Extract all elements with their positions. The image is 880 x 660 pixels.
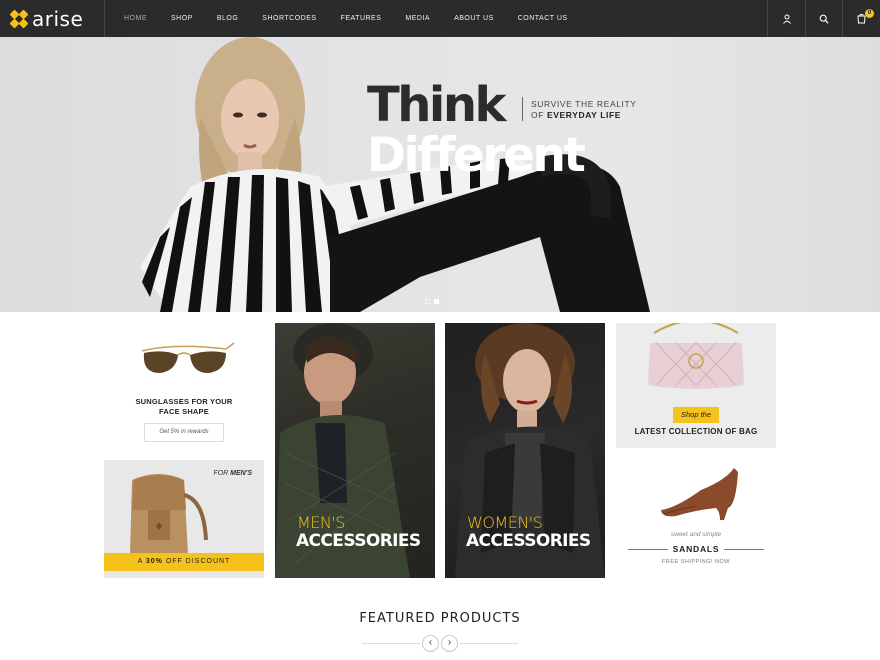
featured-rule-left (362, 643, 420, 644)
hero-sub-divider (522, 97, 523, 121)
hero-headline-different: Different (367, 128, 586, 183)
slider-dot-2[interactable] (434, 299, 439, 304)
next-arrow-icon[interactable]: › (441, 635, 458, 652)
sunglasses-image (141, 342, 235, 373)
logo-mark-icon (9, 9, 29, 29)
menu-item-shop[interactable]: SHOP (159, 15, 205, 22)
promo-womens-accessories[interactable]: WOMEN'S ACCESSORIES (445, 323, 605, 578)
promo-mens-accessories[interactable]: MEN'S ACCESSORIES (275, 323, 435, 578)
featured-rule-right (460, 643, 518, 644)
sandals-script: sweet and simple (670, 531, 722, 538)
hero-slider: Think SURVIVE THE REALITY OF EVERYDAY LI… (0, 37, 880, 312)
mens-accessories-line-2: ACCESSORIES (296, 531, 421, 551)
brand-logo[interactable]: arise (9, 7, 84, 31)
menu-item-blog[interactable]: BLOG (205, 15, 250, 22)
discount-band[interactable]: A 30% OFF DISCOUNT (104, 553, 264, 571)
hero-subtitle-2-bold: EVERYDAY LIFE (546, 110, 622, 120)
cart-count-badge: 0 (865, 9, 874, 18)
search-icon[interactable] (805, 0, 842, 37)
discount-value: 30% (145, 558, 163, 565)
sunglasses-title: SUNGLASSES FOR YOUR FACE SHAPE (104, 397, 264, 417)
mens-accessories-line-1: MEN'S (297, 513, 345, 532)
featured-products-title: FEATURED PRODUCTS (359, 611, 521, 626)
rewards-button[interactable]: Get 5% in rewards (144, 423, 224, 442)
hero-subtitle-2: OF EVERYDAY LIFE (531, 110, 621, 120)
user-icon[interactable] (768, 0, 805, 37)
cart-icon[interactable]: 0 (843, 0, 880, 37)
womens-accessories-line-1: WOMEN'S (467, 513, 543, 532)
menu-item-media[interactable]: MEDIA (393, 15, 442, 22)
sandals-image (661, 468, 738, 520)
promo-sandals[interactable]: sweet and simple SANDALS FREE SHIPPING! … (616, 460, 776, 578)
main-menu: HOME SHOP BLOG SHORTCODES FEATURES MEDIA… (112, 0, 580, 37)
discount-suffix: OFF DISCOUNT (162, 558, 231, 565)
hero-subtitle-1: SURVIVE THE REALITY (531, 99, 637, 109)
hero-headline-think: Think (367, 77, 506, 133)
sunglasses-title-line-1: SUNGLASSES FOR YOUR (135, 397, 233, 406)
promo-backpack[interactable]: FOR MEN'S A 30% OFF DISCOUNT (104, 460, 264, 578)
bag-title: LATEST COLLECTION OF BAG (634, 427, 758, 436)
bag-shop-tag: Shop the (673, 407, 719, 423)
sandals-shipping: FREE SHIPPING! NOW (662, 559, 730, 565)
promo-bags[interactable]: Shop the LATEST COLLECTION OF BAG (616, 323, 776, 448)
brand-name: arise (32, 7, 84, 31)
menu-item-features[interactable]: FEATURES (329, 15, 394, 22)
top-navbar: arise HOME SHOP BLOG SHORTCODES FEATURES… (0, 0, 880, 37)
menu-item-about-us[interactable]: ABOUT US (442, 15, 506, 22)
prev-arrow-icon[interactable]: ‹ (422, 635, 439, 652)
promo-sunglasses[interactable]: SUNGLASSES FOR YOUR FACE SHAPE Get 5% in… (104, 323, 264, 451)
menu-item-home[interactable]: HOME (112, 15, 159, 22)
slider-dot-1[interactable] (425, 299, 430, 304)
bag-image (648, 323, 744, 389)
hero-subtitle-2-prefix: OF (531, 110, 547, 120)
nav-divider (104, 0, 105, 37)
womens-accessories-line-2: ACCESSORIES (466, 531, 591, 551)
menu-item-shortcodes[interactable]: SHORTCODES (250, 15, 328, 22)
sunglasses-title-line-2: FACE SHAPE (159, 407, 209, 416)
discount-prefix: A (137, 558, 146, 565)
menu-item-contact-us[interactable]: CONTACT US (506, 15, 580, 22)
sandals-rule-right (724, 549, 764, 550)
